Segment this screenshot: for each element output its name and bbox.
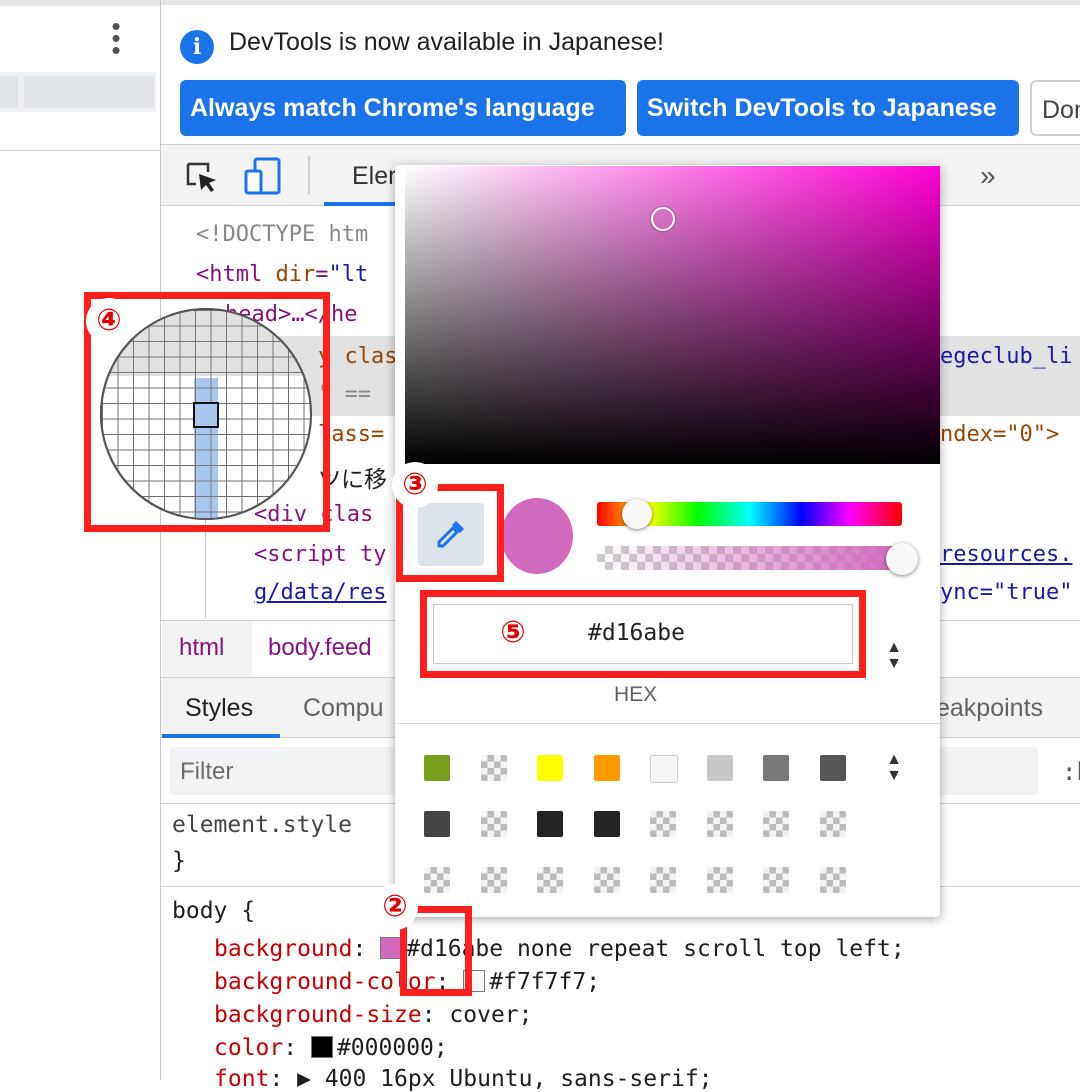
palette-swatch[interactable]	[706, 755, 733, 781]
palette-swatch[interactable]	[537, 867, 563, 893]
hover-state-toggle[interactable]: :h	[1062, 758, 1080, 786]
switch-to-japanese-button[interactable]: Switch DevTools to Japanese	[637, 80, 1019, 136]
alpha-slider-thumb[interactable]	[886, 543, 918, 575]
alpha-slider[interactable]	[597, 546, 902, 570]
palette-swatch[interactable]	[593, 755, 620, 781]
device-toolbar-icon[interactable]	[243, 157, 283, 197]
style-value: #d16abe none repeat scroll top left;	[406, 936, 905, 962]
style-rule-font[interactable]: font: ▶ 400 16px Ubuntu, sans-serif;	[214, 1066, 713, 1092]
dom-html-tag: <html	[196, 262, 276, 287]
dom-resources-link[interactable]: resources.	[940, 542, 1072, 567]
color-palette	[424, 755, 854, 895]
dom-html-attr: dir	[275, 262, 316, 287]
style-prop: background	[214, 936, 353, 962]
annotation-badge-three: ③	[392, 462, 438, 508]
banner-message: DevTools is now available in Japanese!	[229, 28, 664, 56]
page-tab-segment	[24, 76, 154, 108]
style-prop: background-size	[214, 1002, 422, 1028]
element-style-close: }	[172, 848, 186, 874]
page-separator	[0, 150, 160, 151]
dom-async-fragment: ync="true"	[940, 580, 1073, 605]
palette-swatch[interactable]	[480, 811, 507, 837]
palette-swatch[interactable]	[480, 755, 507, 781]
dom-equals: =	[315, 262, 329, 287]
toolbar-divider	[308, 156, 310, 194]
annotation-badge-five: ⑤	[490, 610, 536, 656]
body-selector[interactable]: body {	[172, 898, 255, 924]
palette-swatch[interactable]	[763, 867, 789, 893]
filter-placeholder: Filter	[180, 758, 234, 785]
inspect-element-icon[interactable]	[186, 162, 220, 194]
dom-data-link[interactable]: g/data/res	[254, 580, 386, 605]
hue-slider-thumb[interactable]	[622, 499, 652, 529]
palette-swatch[interactable]	[537, 811, 563, 837]
palette-swatch[interactable]	[593, 867, 620, 893]
current-color-swatch	[501, 498, 573, 574]
dom-doctype[interactable]: <!DOCTYPE htm	[196, 222, 368, 247]
palette-swatch[interactable]	[706, 867, 733, 893]
palette-swatch[interactable]	[424, 811, 450, 837]
style-rule-background[interactable]: background: #d16abe none repeat scroll t…	[214, 936, 905, 962]
color-swatch[interactable]	[310, 1036, 333, 1058]
element-style-selector[interactable]: element.style	[172, 812, 352, 838]
palette-swatch[interactable]	[424, 867, 450, 893]
style-value: ▶ 400 16px Ubuntu, sans-serif;	[297, 1066, 713, 1092]
saturation-value-handle[interactable]	[651, 207, 675, 231]
palette-separator	[395, 723, 940, 724]
annotation-box-five	[420, 590, 866, 678]
style-prop: font	[214, 1066, 270, 1092]
hex-format-label: HEX	[614, 683, 658, 706]
style-prop: color	[214, 1035, 284, 1061]
tab-computed[interactable]: Compu	[303, 694, 384, 723]
dom-tabindex-fragment[interactable]: ndex="0">	[940, 422, 1059, 447]
more-tabs-icon[interactable]: »	[980, 160, 996, 192]
dom-body-class-value[interactable]: egeclub_li	[940, 344, 1072, 369]
style-rule-background-size[interactable]: background-size: cover;	[214, 1002, 533, 1028]
palette-swatch[interactable]	[819, 755, 846, 781]
format-toggle-icon[interactable]: ▲ ▼	[883, 640, 905, 674]
annotation-badge-two: ②	[372, 884, 418, 930]
always-match-language-button[interactable]: Always match Chrome's language	[180, 80, 626, 136]
palette-swatch[interactable]	[706, 811, 733, 837]
style-value: #f7f7f7;	[489, 969, 601, 995]
palette-swatch[interactable]	[819, 867, 846, 893]
palette-swatch[interactable]	[763, 811, 789, 837]
palette-swatch[interactable]	[593, 811, 620, 837]
palette-swatch[interactable]	[819, 811, 846, 837]
tab-styles[interactable]: Styles	[185, 694, 253, 723]
palette-switcher-icon[interactable]: ▲ ▼	[883, 752, 905, 786]
palette-swatch[interactable]	[424, 755, 450, 781]
palette-swatch[interactable]	[650, 811, 676, 837]
page-tab-segment	[0, 76, 18, 108]
color-swatch[interactable]	[380, 937, 403, 959]
palette-swatch[interactable]	[763, 755, 789, 781]
palette-swatch[interactable]	[650, 867, 676, 893]
info-icon: i	[180, 30, 214, 64]
page-pane	[0, 0, 161, 1080]
style-value: cover;	[449, 1002, 533, 1028]
style-rule-color[interactable]: color: #000000;	[214, 1035, 448, 1061]
breadcrumb-body[interactable]: body.feed	[268, 634, 372, 662]
tab-breakpoints[interactable]: eakpoints	[936, 694, 1043, 723]
dom-html-attr-value: "lt	[328, 262, 369, 287]
annotation-badge-four: ④	[86, 298, 132, 344]
breadcrumb-html[interactable]: html	[179, 634, 224, 662]
palette-swatch[interactable]	[537, 755, 563, 781]
palette-swatch[interactable]	[480, 867, 507, 893]
palette-swatch[interactable]	[650, 755, 678, 783]
dom-html-line[interactable]: <html dir="lt	[196, 262, 368, 287]
page-top-strip	[0, 0, 160, 6]
dont-show-again-button[interactable]: Don	[1030, 80, 1080, 136]
more-options-icon[interactable]: • • •	[106, 13, 126, 63]
style-value: #000000;	[336, 1035, 448, 1061]
dom-script-line[interactable]: <script ty	[254, 542, 386, 567]
